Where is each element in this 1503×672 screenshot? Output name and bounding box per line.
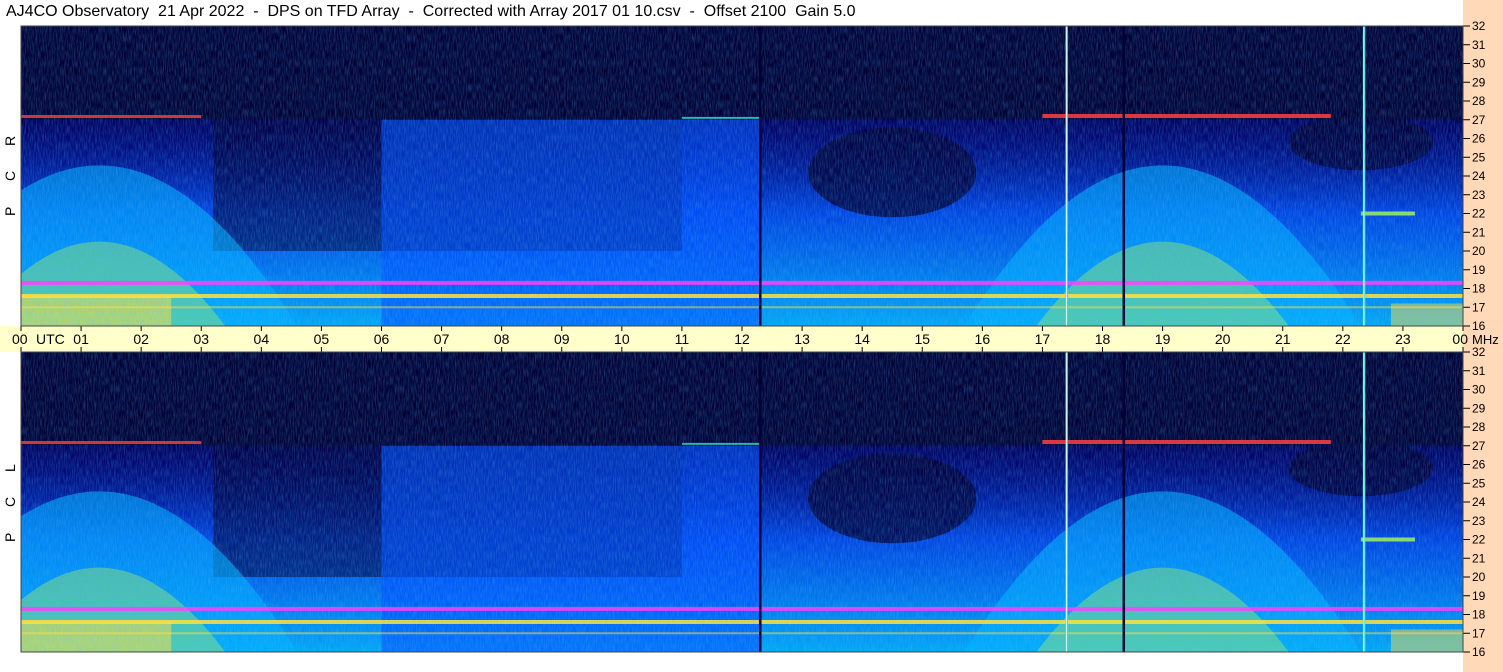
interference-band (21, 280, 1463, 285)
spectrogram-lcp (21, 352, 1463, 652)
spectrogram-rcp (21, 26, 1463, 326)
vertical-event-line-core (1065, 352, 1067, 652)
heatmap-layer (21, 26, 1463, 326)
vertical-event-line (759, 352, 762, 652)
interference-band (1042, 114, 1331, 118)
interference-band (21, 306, 1463, 309)
interference-band (681, 116, 761, 119)
spectrogram-lcp-plot (21, 352, 1463, 652)
interference-band (681, 442, 761, 445)
interference-band (1360, 537, 1415, 542)
interference-band (21, 294, 1463, 298)
vertical-event-line-core (1363, 26, 1365, 326)
title-bar: AJ4CO Observatory 21 Apr 2022 - DPS on T… (0, 0, 1463, 26)
interference-band (21, 620, 1463, 624)
interference-band (1360, 211, 1415, 216)
chart-title: AJ4CO Observatory 21 Apr 2022 - DPS on T… (6, 3, 856, 20)
spectrogram-rcp-plot (21, 26, 1463, 326)
corner-box (1463, 0, 1503, 26)
frequency-axis-strip (1463, 26, 1503, 672)
interference-band (21, 115, 202, 118)
vertical-event-line (759, 26, 762, 326)
interference-band (21, 632, 1463, 635)
vertical-event-line (1122, 26, 1126, 326)
heatmap-layer (21, 352, 1463, 652)
interference-band (21, 441, 202, 444)
interference-band (1042, 440, 1331, 444)
vertical-event-line-core (1363, 352, 1365, 652)
interference-band (21, 606, 1463, 611)
time-axis-band (0, 326, 1463, 352)
vertical-event-line-core (1065, 26, 1067, 326)
vertical-event-line (1122, 352, 1126, 652)
